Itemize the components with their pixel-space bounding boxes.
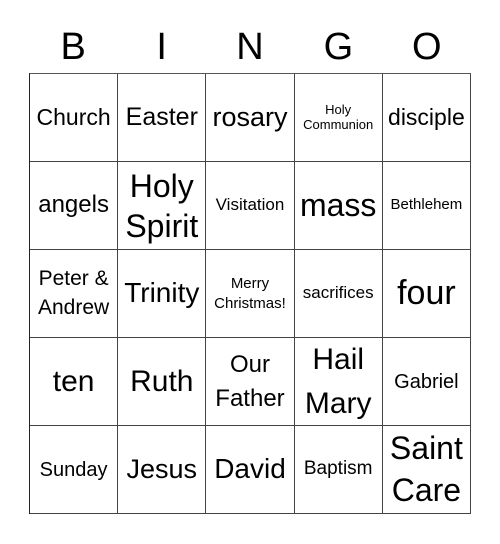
cell-text: sacrifices xyxy=(302,283,374,303)
bingo-cell[interactable]: mass xyxy=(294,162,383,250)
cell-text: David xyxy=(214,453,286,485)
bingo-cell[interactable]: Saint Care xyxy=(382,426,471,514)
cell-text: Visitation xyxy=(215,195,285,215)
bingo-cell[interactable]: Gabriel xyxy=(382,338,471,426)
cell-text: disciple xyxy=(388,103,465,130)
header-letter-b: B xyxy=(60,26,86,68)
bingo-cell[interactable]: angels xyxy=(30,162,119,250)
bingo-cell[interactable]: Trinity xyxy=(118,250,207,338)
bingo-board: Church Easter rosary Holy Communion disc… xyxy=(29,73,471,514)
bingo-cell[interactable]: rosary xyxy=(206,74,295,162)
cell-text: Easter xyxy=(125,102,198,131)
cell-text: Gabriel xyxy=(394,370,459,393)
bingo-cell[interactable]: Holy Spirit xyxy=(118,162,207,250)
bingo-header: B I N G O xyxy=(29,22,471,72)
bingo-cell[interactable]: Peter & Andrew xyxy=(30,250,119,338)
bingo-cell[interactable]: ten xyxy=(30,338,119,426)
bingo-cell[interactable]: disciple xyxy=(382,74,471,162)
bingo-cell[interactable]: Ruth xyxy=(118,338,207,426)
cell-text: Our Father xyxy=(215,350,285,412)
header-letter-i: I xyxy=(156,26,167,68)
header-letter-o: O xyxy=(412,26,442,68)
bingo-cell[interactable]: Easter xyxy=(118,74,207,162)
bingo-cell[interactable]: Sunday xyxy=(30,426,119,514)
bingo-cell[interactable]: Baptism xyxy=(294,426,383,514)
bingo-cell[interactable]: Our Father xyxy=(206,338,295,426)
cell-text: Baptism xyxy=(303,458,373,480)
bingo-cell[interactable]: four xyxy=(382,250,471,338)
cell-text: ten xyxy=(52,365,95,398)
bingo-cell[interactable]: David xyxy=(206,426,295,514)
cell-text: Trinity xyxy=(124,277,200,309)
cell-text: Bethlehem xyxy=(390,196,463,214)
bingo-cell[interactable]: Bethlehem xyxy=(382,162,471,250)
bingo-cell[interactable]: Church xyxy=(30,74,119,162)
cell-text: four xyxy=(397,273,456,312)
header-letter-n: N xyxy=(236,26,264,68)
bingo-cell[interactable]: Jesus xyxy=(118,426,207,514)
cell-text: Church xyxy=(36,103,111,130)
cell-text: rosary xyxy=(212,101,288,132)
cell-text: Hail Mary xyxy=(304,343,372,420)
cell-text: Sunday xyxy=(39,458,108,481)
bingo-cell[interactable]: Merry Christmas! xyxy=(206,250,295,338)
bingo-cell[interactable]: sacrifices xyxy=(294,250,383,338)
bingo-cell[interactable]: Hail Mary xyxy=(294,338,383,426)
header-letter-g: G xyxy=(323,26,354,68)
cell-text: Peter & Andrew xyxy=(37,267,110,319)
bingo-cell[interactable]: Visitation xyxy=(206,162,295,250)
bingo-cell[interactable]: Holy Communion xyxy=(294,74,383,162)
cell-text: Merry Christmas! xyxy=(214,275,286,312)
cell-text: Holy Communion xyxy=(303,102,374,132)
cell-text: Ruth xyxy=(130,365,194,398)
cell-text: angels xyxy=(38,191,109,219)
cell-text: Jesus xyxy=(126,453,198,484)
cell-text: Holy Spirit xyxy=(125,167,199,244)
cell-text: mass xyxy=(299,186,377,223)
cell-text: Saint Care xyxy=(389,429,463,508)
